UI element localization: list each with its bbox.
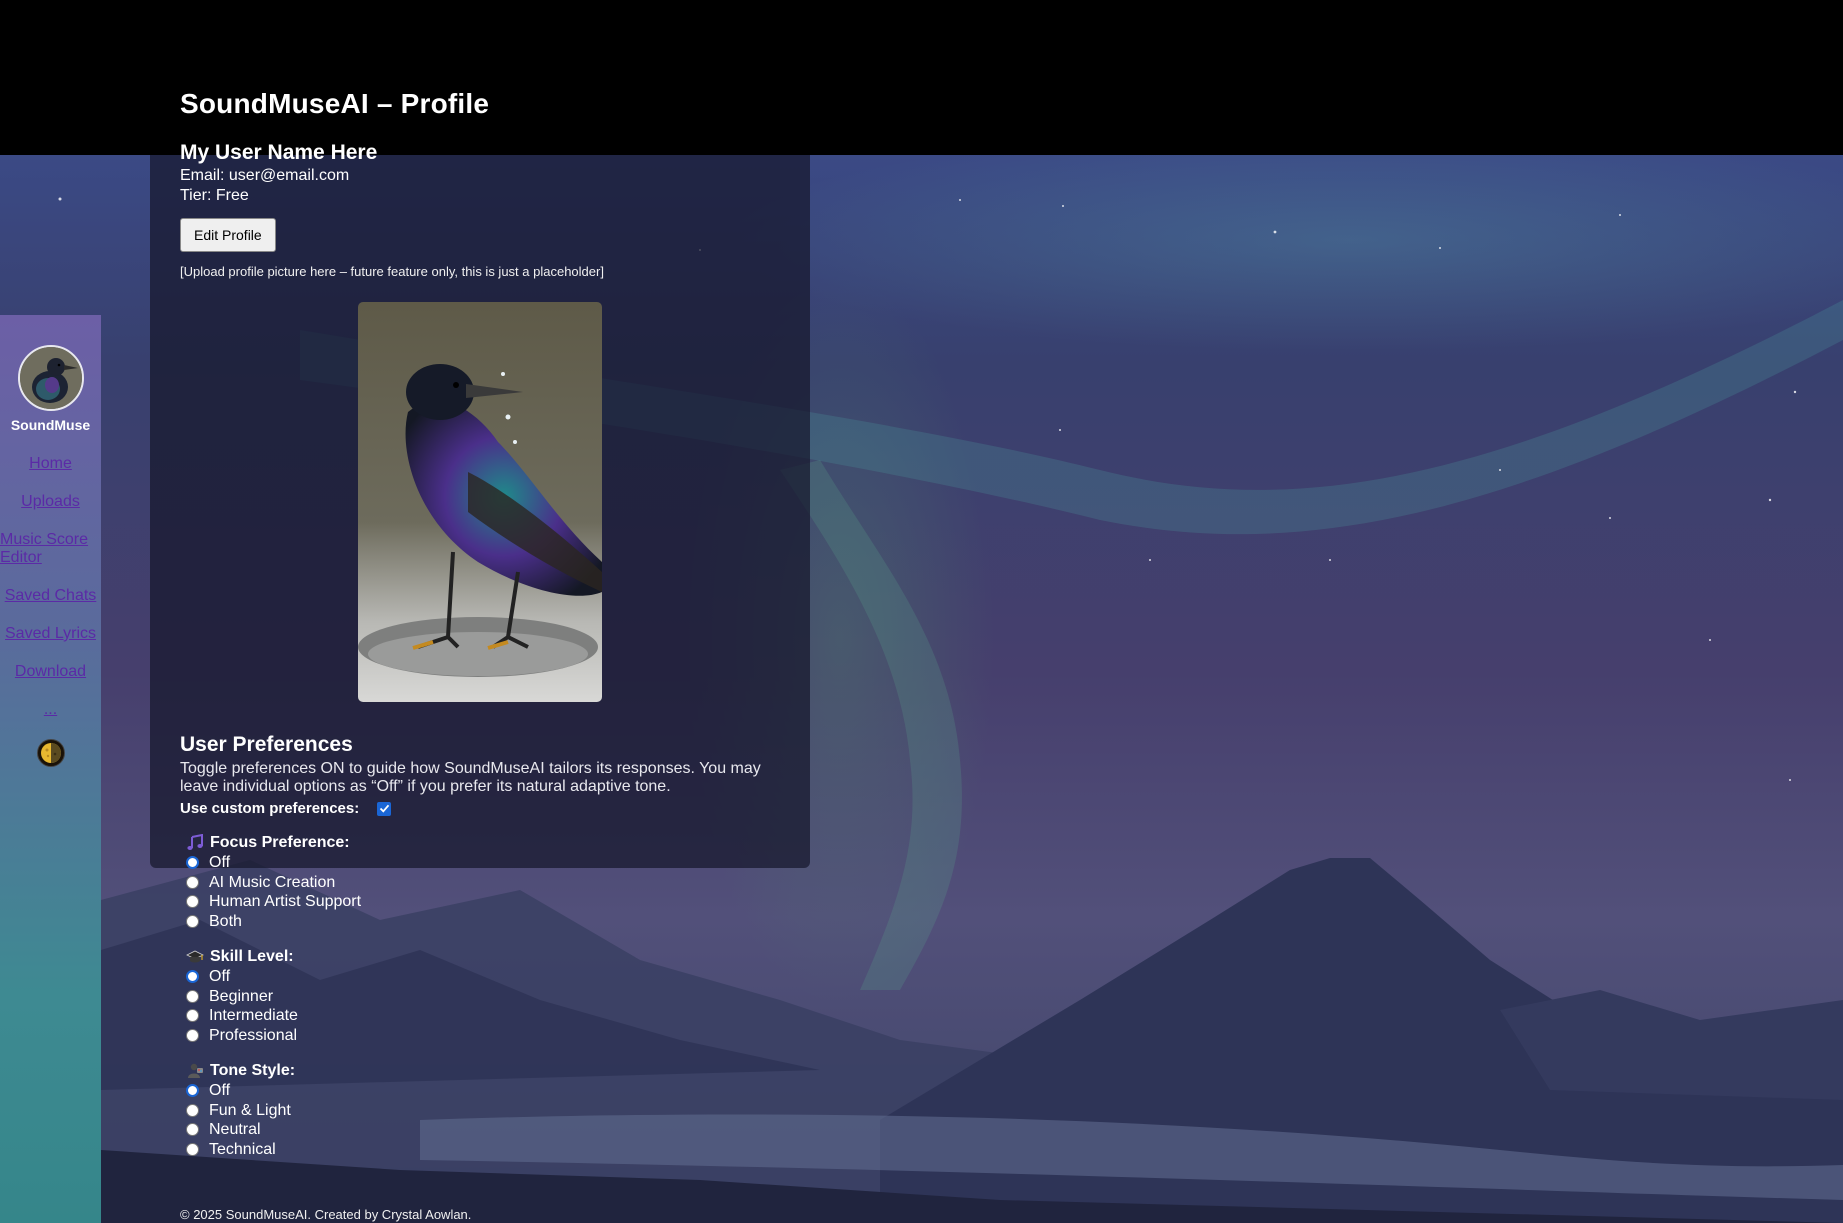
sidebar-item-saved-chats[interactable]: Saved Chats <box>0 587 101 605</box>
tone-option-off[interactable]: Off <box>182 1081 800 1101</box>
tone-option-technical[interactable]: Technical <box>182 1140 800 1160</box>
skill-option-off[interactable]: Off <box>182 967 800 987</box>
profile-section: My User Name Here Email: user@email.com … <box>180 140 820 279</box>
option-label: Both <box>209 912 242 930</box>
tone-style-group: Tone Style: Off Fun & Light Neutral Tech… <box>186 1061 800 1159</box>
skill-level-group: Skill Level: Off Beginner Intermediate P… <box>186 947 800 1045</box>
focus-option-off[interactable]: Off <box>182 853 800 873</box>
option-label: Technical <box>209 1140 276 1158</box>
profile-picture <box>358 302 602 702</box>
focus-preference-label: Focus Preference: <box>210 834 350 851</box>
tone-radio-fun-light[interactable] <box>186 1103 199 1117</box>
focus-radio-human-artist[interactable] <box>186 895 199 909</box>
option-label: Fun & Light <box>209 1101 291 1119</box>
option-label: Professional <box>209 1026 298 1044</box>
sidebar-item-saved-lyrics[interactable]: Saved Lyrics <box>0 625 101 643</box>
page-title: SoundMuseAI – Profile <box>180 88 490 119</box>
option-label: Off <box>209 854 231 871</box>
user-preferences-section: User Preferences Toggle preferences ON t… <box>180 732 800 1159</box>
tone-style-label: Tone Style: <box>210 1062 296 1079</box>
skill-option-professional[interactable]: Professional <box>182 1026 800 1046</box>
custom-preferences-label: Use custom preferences: <box>180 800 360 817</box>
sidebar-avatar <box>17 345 84 411</box>
skill-radio-beginner[interactable] <box>186 989 199 1003</box>
sidebar-item-home[interactable]: Home <box>0 455 101 473</box>
sidebar-item-download[interactable]: Download <box>0 663 101 681</box>
skill-radio-intermediate[interactable] <box>186 1009 199 1023</box>
focus-option-ai-music[interactable]: AI Music Creation <box>182 873 800 893</box>
starling-photo <box>358 302 602 702</box>
skill-level-title: Skill Level: <box>186 947 800 967</box>
tone-option-neutral[interactable]: Neutral <box>182 1120 800 1140</box>
option-label: AI Music Creation <box>209 873 336 891</box>
footer-copyright: © 2025 SoundMuseAI. Created by Crystal A… <box>180 1207 472 1222</box>
option-label: Neutral <box>209 1121 261 1138</box>
skill-radio-professional[interactable] <box>186 1028 199 1042</box>
sidebar-nav: Home Uploads Music Score Editor Saved Ch… <box>0 455 101 719</box>
edit-profile-button[interactable]: Edit Profile <box>180 218 276 252</box>
sidebar: SoundMuse Home Uploads Music Score Edito… <box>0 315 101 1223</box>
skill-radio-off[interactable] <box>186 970 199 984</box>
starling-logo-icon <box>19 347 82 409</box>
skill-option-beginner[interactable]: Beginner <box>182 987 800 1007</box>
option-label: Off <box>209 1082 231 1099</box>
option-label: Intermediate <box>209 1007 298 1024</box>
focus-option-human-artist[interactable]: Human Artist Support <box>182 892 800 912</box>
music-notes-icon <box>186 834 204 852</box>
checkmark-icon <box>379 804 389 813</box>
upload-placeholder-note: [Upload profile picture here – future fe… <box>180 264 604 279</box>
sidebar-item-uploads[interactable]: Uploads <box>0 493 101 511</box>
half-moon-icon <box>40 743 61 763</box>
option-label: Beginner <box>209 987 274 1005</box>
option-label: Off <box>209 968 231 985</box>
tone-radio-technical[interactable] <box>186 1142 199 1156</box>
focus-radio-off[interactable] <box>186 856 199 870</box>
focus-option-both[interactable]: Both <box>182 912 800 932</box>
user-email: Email: user@email.com <box>180 167 350 184</box>
preferences-description: Toggle preferences ON to guide how Sound… <box>180 760 761 795</box>
artist-palette-icon <box>186 1062 204 1080</box>
tone-radio-neutral[interactable] <box>186 1123 199 1137</box>
skill-level-label: Skill Level: <box>210 948 294 965</box>
graduation-cap-icon <box>186 948 204 966</box>
focus-radio-both[interactable] <box>186 914 199 928</box>
sidebar-item-music-score-editor[interactable]: Music Score Editor <box>0 531 101 567</box>
tone-radio-off[interactable] <box>186 1084 199 1098</box>
custom-preferences-row: Use custom preferences: <box>180 800 800 817</box>
tone-option-fun-light[interactable]: Fun & Light <box>182 1101 800 1121</box>
focus-preference-group: Focus Preference: Off AI Music Creation … <box>186 833 800 931</box>
brand-name: SoundMuse <box>10 417 91 433</box>
user-name: My User Name Here <box>180 141 378 164</box>
custom-preferences-checkbox[interactable] <box>377 801 392 816</box>
top-header: SoundMuseAI – Profile <box>0 0 1843 155</box>
user-tier: Tier: Free <box>180 187 249 204</box>
preferences-title: User Preferences <box>180 733 353 756</box>
sidebar-item-more[interactable]: ... <box>0 701 101 719</box>
option-label: Human Artist Support <box>209 893 362 910</box>
tone-style-title: Tone Style: <box>186 1061 800 1081</box>
focus-radio-ai-music[interactable] <box>186 875 199 889</box>
focus-preference-title: Focus Preference: <box>186 833 800 853</box>
skill-option-intermediate[interactable]: Intermediate <box>182 1006 800 1026</box>
theme-toggle-button[interactable] <box>36 739 65 767</box>
